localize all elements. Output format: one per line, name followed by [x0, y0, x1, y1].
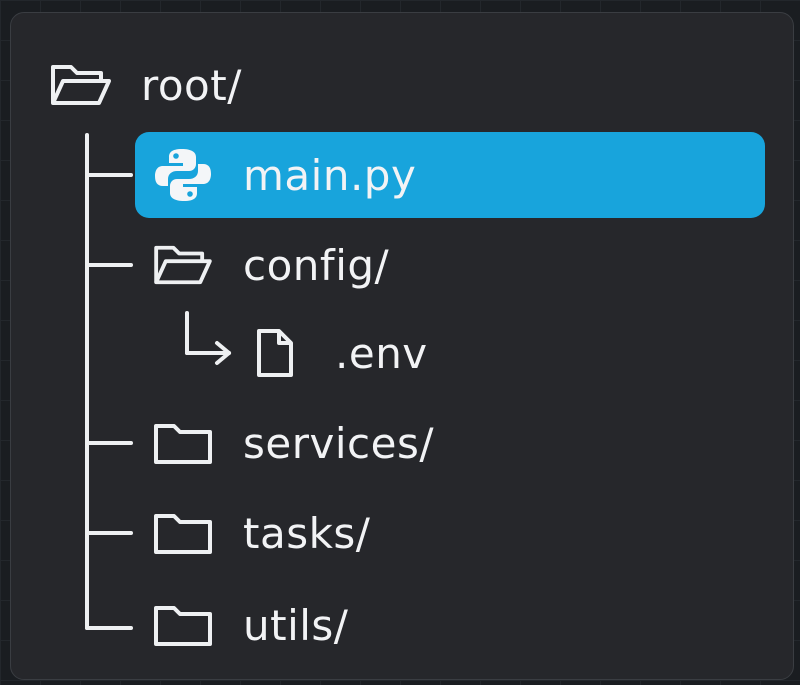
tree-item-env[interactable]: .env	[251, 313, 428, 393]
tree-item-utils[interactable]: utils/	[151, 585, 348, 665]
tree-item-label: utils/	[243, 600, 349, 650]
tree-item-label: main.py	[243, 150, 417, 200]
folder-icon	[151, 597, 215, 653]
tree-item-main-py[interactable]: main.py	[151, 135, 416, 215]
folder-open-icon	[49, 57, 113, 113]
tree-item-label: .env	[335, 328, 428, 378]
tree-item-tasks[interactable]: tasks/	[151, 493, 370, 573]
tree-item-label: root/	[141, 60, 242, 110]
tree-item-config[interactable]: config/	[151, 225, 389, 305]
folder-open-icon	[151, 237, 215, 293]
tree-item-label: config/	[243, 240, 390, 290]
folder-icon	[151, 505, 215, 561]
tree-item-root[interactable]: root/	[49, 45, 242, 125]
tree-item-label: services/	[243, 418, 434, 468]
python-icon	[151, 147, 215, 203]
file-icon	[251, 325, 299, 381]
file-tree-panel: root/ main.py config/ .env services/ tas…	[10, 12, 794, 680]
folder-icon	[151, 415, 215, 471]
tree-item-services[interactable]: services/	[151, 403, 434, 483]
tree-item-label: tasks/	[243, 508, 371, 558]
